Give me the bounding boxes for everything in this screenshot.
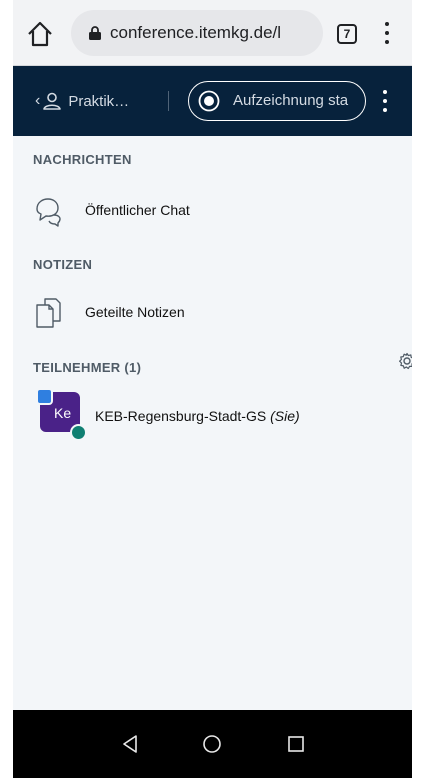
back-triangle-icon[interactable]: [119, 733, 141, 755]
record-button[interactable]: Aufzeichnung sta: [188, 81, 366, 121]
header-divider: [168, 91, 169, 111]
notes-icon: [36, 298, 61, 328]
chat-icon: [36, 198, 61, 227]
public-chat-label: Öffentlicher Chat: [85, 202, 190, 218]
shared-notes-item[interactable]: Geteilte Notizen: [33, 292, 185, 332]
public-chat-item[interactable]: Öffentlicher Chat: [33, 190, 190, 230]
phone-frame: conference.itemkg.de/l 7 ‹ Praktik… Aufz…: [13, 0, 412, 778]
browser-bar: conference.itemkg.de/l 7: [13, 0, 412, 66]
user-icon: [43, 92, 62, 110]
recents-square-icon[interactable]: [285, 733, 307, 755]
browser-menu-icon[interactable]: [381, 20, 393, 46]
participant-name-text: KEB-Regensburg-Stadt-GS: [95, 408, 267, 424]
url-bar[interactable]: conference.itemkg.de/l: [71, 10, 323, 56]
chevron-left-icon: ‹: [35, 92, 41, 109]
shared-notes-label: Geteilte Notizen: [85, 304, 185, 320]
avatar[interactable]: Ke: [36, 388, 87, 441]
lock-icon: [89, 26, 101, 40]
user-list-panel: NACHRICHTEN Öffentlicher Chat NOTIZEN Ge…: [13, 136, 412, 710]
presenter-badge-icon: [36, 388, 53, 405]
record-label: Aufzeichnung sta: [233, 92, 349, 109]
home-circle-icon[interactable]: [201, 733, 223, 755]
user-list-toggle[interactable]: ‹ Praktik…: [35, 88, 129, 114]
messages-section-title: NACHRICHTEN: [33, 152, 132, 167]
more-options-icon[interactable]: [379, 88, 391, 114]
url-text: conference.itemkg.de/l: [110, 23, 282, 42]
participant-you-label: (Sie): [270, 408, 300, 424]
microphone-icon: [70, 424, 87, 441]
tab-switcher-button[interactable]: 7: [337, 24, 357, 44]
participant-name[interactable]: KEB-Regensburg-Stadt-GS (Sie): [95, 408, 300, 424]
notes-section-title: NOTIZEN: [33, 257, 93, 272]
home-icon[interactable]: [25, 19, 55, 49]
gear-icon[interactable]: [398, 352, 412, 370]
meeting-name: Praktik…: [68, 92, 130, 110]
app-header: ‹ Praktik… Aufzeichnung sta: [13, 66, 412, 136]
participants-section-title: TEILNEHMER (1): [33, 360, 142, 375]
record-icon: [198, 90, 220, 112]
system-nav-bar: [13, 710, 412, 778]
avatar-initials: Ke: [54, 405, 72, 421]
